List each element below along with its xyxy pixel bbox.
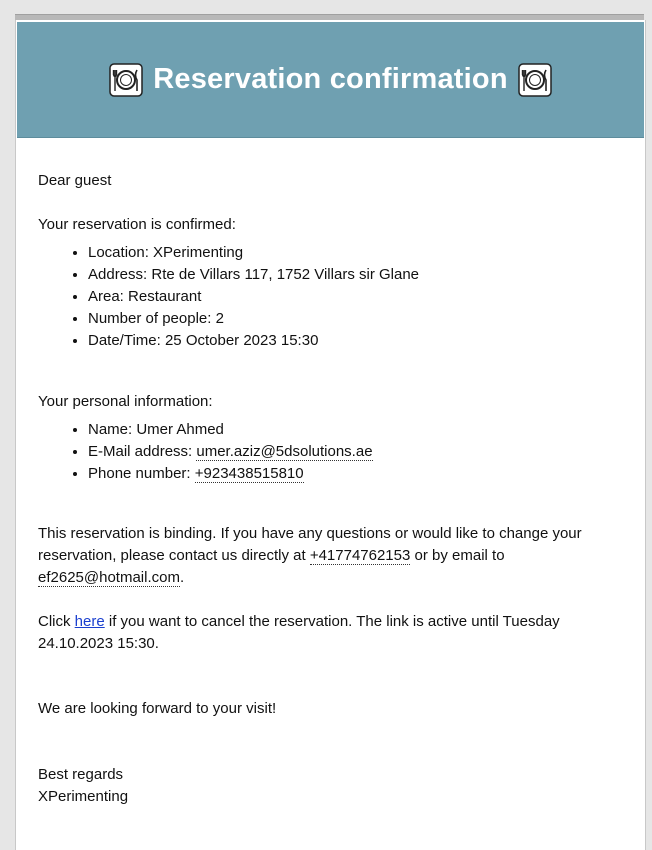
closing-line: We are looking forward to your visit! (38, 700, 277, 717)
signoff-regards: Best regards (38, 766, 124, 783)
guest-phone-link[interactable]: +923438515810 (194, 465, 304, 483)
list-item-area: Area: Restaurant (88, 286, 628, 308)
list-item-people: Number of people: 2 (88, 308, 628, 330)
email-header-banner: Reservation confirmation (17, 22, 644, 138)
greeting: Dear guest (38, 172, 112, 189)
email-body: Reservation confirmation Dear guest Your… (15, 20, 646, 850)
cancel-paragraph: Click here if you want to cancel the res… (38, 613, 560, 652)
plate-fork-knife-icon (109, 62, 143, 97)
plate-fork-knife-icon (518, 62, 552, 97)
list-item-name: Name: Umer Ahmed (88, 419, 628, 441)
list-item-location: Location: XPerimenting (88, 242, 628, 264)
list-item-address: Address: Rte de Villars 117, 1752 Villar… (88, 264, 628, 286)
binding-paragraph: This reservation is binding. If you have… (38, 525, 582, 587)
signoff-sender: XPerimenting (38, 788, 129, 805)
list-item-datetime: Date/Time: 25 October 2023 15:30 (88, 330, 628, 352)
personal-info-list: Name: Umer Ahmed E-Mail address: umer.az… (38, 419, 628, 485)
contact-email-link[interactable]: ef2625@hotmail.com (38, 569, 180, 587)
reservation-details-list: Location: XPerimenting Address: Rte de V… (38, 242, 628, 352)
list-item-email: E-Mail address: umer.aziz@5dsolutions.ae (88, 441, 628, 463)
reservation-intro: Your reservation is confirmed: (38, 216, 236, 233)
email-content: Dear guest Your reservation is confirmed… (38, 170, 628, 808)
contact-phone-link[interactable]: +41774762153 (309, 547, 411, 565)
page-title: Reservation confirmation (153, 63, 508, 95)
guest-email-link[interactable]: umer.aziz@5dsolutions.ae (196, 443, 373, 461)
list-item-phone: Phone number: +923438515810 (88, 463, 628, 485)
cancel-reservation-link[interactable]: here (75, 613, 105, 630)
personal-info-intro: Your personal information: (38, 393, 213, 410)
